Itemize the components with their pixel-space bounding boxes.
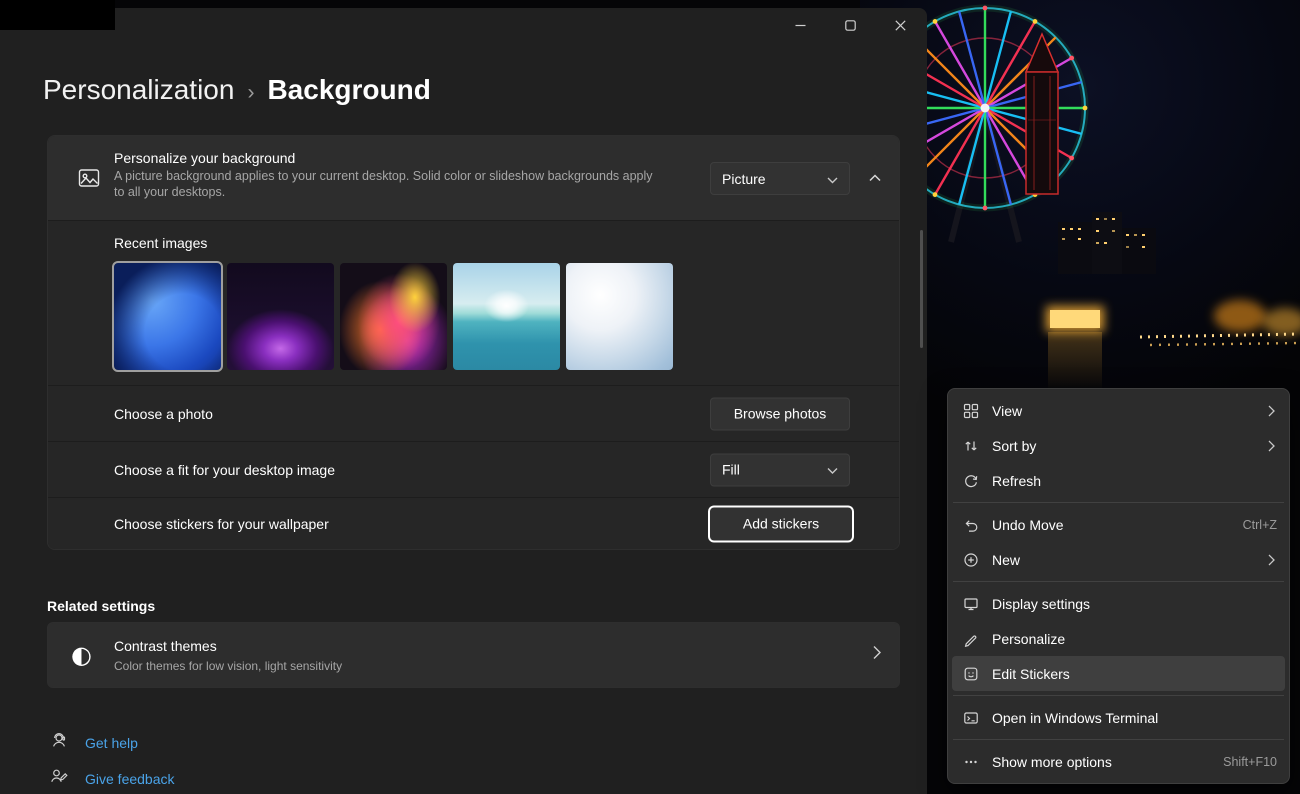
maximize-button[interactable] [825, 8, 875, 46]
recent-images-row [114, 263, 899, 370]
menu-item-label: Refresh [992, 473, 1277, 489]
give-feedback-link[interactable]: Give feedback [85, 771, 175, 787]
chevron-right-icon [1265, 554, 1277, 566]
terminal-icon [962, 709, 979, 726]
menu-item-refresh[interactable]: Refresh [952, 463, 1285, 498]
menu-item-undo-move[interactable]: Undo Move Ctrl+Z [952, 507, 1285, 542]
menu-item-shortcut: Ctrl+Z [1243, 518, 1277, 532]
contrast-themes-card[interactable]: ◐ Contrast themes Color themes for low v… [47, 622, 900, 688]
contrast-icon: ◐ [71, 641, 92, 669]
background-type-value: Picture [722, 171, 766, 187]
close-button[interactable] [875, 8, 925, 46]
get-help-link[interactable]: Get help [85, 735, 138, 751]
add-stickers-button[interactable]: Add stickers [708, 505, 854, 542]
background-expander-body: Recent images Choose a photo Browse phot… [48, 220, 899, 549]
refresh-icon [962, 472, 979, 489]
wallpaper-thumbnail[interactable] [453, 263, 560, 370]
recent-images-section: Recent images [48, 220, 899, 385]
choose-stickers-label: Choose stickers for your wallpaper [114, 516, 329, 532]
menu-item-label: Display settings [992, 596, 1277, 612]
choose-photo-label: Choose a photo [114, 406, 213, 422]
contrast-themes-title: Contrast themes [114, 638, 217, 654]
menu-item-view[interactable]: View [952, 393, 1285, 428]
menu-item-shortcut: Shift+F10 [1223, 755, 1277, 769]
menu-item-open-windows-terminal[interactable]: Open in Windows Terminal [952, 700, 1285, 735]
give-feedback-row: Give feedback [50, 767, 175, 790]
feedback-person-icon [50, 767, 68, 790]
menu-item-label: New [992, 552, 1253, 568]
page-title: Background [267, 74, 430, 106]
related-settings-heading: Related settings [47, 598, 155, 614]
menu-item-sort-by[interactable]: Sort by [952, 428, 1285, 463]
scrollbar[interactable] [920, 230, 923, 348]
contrast-themes-subtitle: Color themes for low vision, light sensi… [114, 659, 342, 673]
desktop-context-menu: View Sort by Refresh Undo Move Ctrl+Z Ne… [947, 388, 1290, 784]
menu-item-label: Personalize [992, 631, 1277, 647]
breadcrumb-separator: › [247, 81, 254, 105]
display-icon [962, 595, 979, 612]
chevron-right-icon [1265, 405, 1277, 417]
maximize-icon [845, 18, 856, 36]
recent-images-label: Recent images [114, 235, 899, 251]
sticker-icon [962, 665, 979, 682]
menu-item-personalize[interactable]: Personalize [952, 621, 1285, 656]
window-controls [775, 8, 925, 46]
more-options-icon [962, 753, 979, 770]
choose-fit-row: Choose a fit for your desktop image Fill [48, 441, 899, 497]
expander-collapse-button[interactable] [865, 168, 885, 188]
menu-item-show-more-options[interactable]: Show more options Shift+F10 [952, 744, 1285, 779]
menu-item-label: View [992, 403, 1253, 419]
help-person-icon [50, 731, 68, 754]
settings-window: Personalization › Background Personalize… [0, 8, 927, 794]
undo-icon [962, 516, 979, 533]
wallpaper-thumbnail[interactable] [566, 263, 673, 370]
choose-stickers-row: Choose stickers for your wallpaper Add s… [48, 497, 899, 549]
choose-fit-label: Choose a fit for your desktop image [114, 462, 335, 478]
background-type-dropdown[interactable]: Picture [710, 162, 850, 195]
choose-photo-row: Choose a photo Browse photos [48, 385, 899, 441]
titlebar-dark-region [0, 0, 115, 30]
menu-item-label: Edit Stickers [992, 666, 1277, 682]
wallpaper-thumbnail[interactable] [114, 263, 221, 370]
menu-item-label: Show more options [992, 754, 1211, 770]
view-grid-icon [962, 402, 979, 419]
card-title: Personalize your background [114, 150, 295, 166]
breadcrumb-personalization[interactable]: Personalization [43, 74, 234, 106]
new-plus-icon [962, 551, 979, 568]
menu-item-label: Sort by [992, 438, 1253, 454]
menu-divider [953, 502, 1284, 503]
background-expander-card: Personalize your background A picture ba… [47, 135, 900, 550]
picture-icon [78, 167, 100, 189]
chevron-up-icon [869, 169, 881, 187]
menu-item-display-settings[interactable]: Display settings [952, 586, 1285, 621]
chevron-right-icon [873, 646, 881, 665]
breadcrumb: Personalization › Background [43, 74, 431, 106]
menu-divider [953, 695, 1284, 696]
fit-dropdown-value: Fill [722, 462, 740, 478]
chevron-right-icon [1265, 440, 1277, 452]
background-expander-header[interactable]: Personalize your background A picture ba… [48, 136, 899, 220]
close-icon [895, 18, 906, 36]
minimize-button[interactable] [775, 8, 825, 46]
menu-item-edit-stickers[interactable]: Edit Stickers [952, 656, 1285, 691]
personalize-brush-icon [962, 630, 979, 647]
menu-item-label: Open in Windows Terminal [992, 710, 1277, 726]
chevron-down-icon [827, 462, 838, 478]
menu-item-label: Undo Move [992, 517, 1231, 533]
menu-item-new[interactable]: New [952, 542, 1285, 577]
chevron-down-icon [827, 171, 838, 187]
get-help-row: Get help [50, 731, 138, 754]
sort-arrows-icon [962, 437, 979, 454]
browse-photos-button[interactable]: Browse photos [710, 397, 850, 430]
fit-dropdown[interactable]: Fill [710, 453, 850, 486]
wallpaper-thumbnail[interactable] [227, 263, 334, 370]
menu-divider [953, 739, 1284, 740]
minimize-icon [795, 18, 806, 36]
wallpaper-thumbnail[interactable] [340, 263, 447, 370]
card-description: A picture background applies to your cur… [114, 169, 664, 200]
menu-divider [953, 581, 1284, 582]
